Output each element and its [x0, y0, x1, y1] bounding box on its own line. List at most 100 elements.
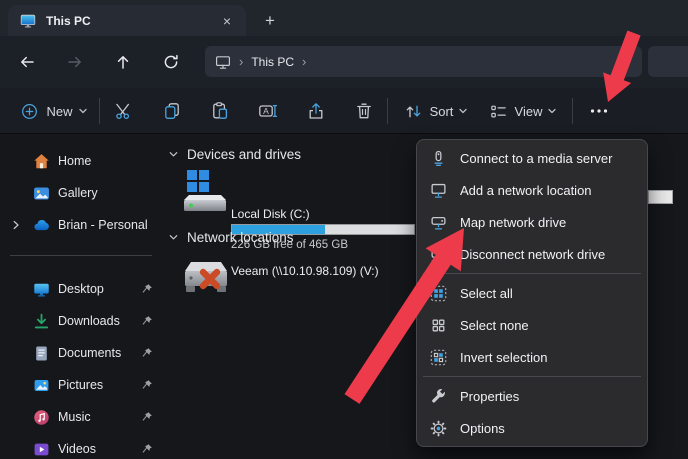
toolbar-separator	[572, 98, 573, 124]
invert-selection-icon	[430, 349, 447, 366]
menu-item-label: Select all	[460, 286, 513, 301]
menu-item-label: Disconnect network drive	[460, 247, 605, 262]
back-arrow-icon	[18, 53, 36, 71]
new-tab-button[interactable]: +	[256, 7, 284, 35]
trash-icon	[354, 101, 374, 121]
chevron-right-icon	[10, 219, 22, 231]
sidebar-item-desktop[interactable]: Desktop	[0, 273, 163, 305]
up-button[interactable]	[109, 48, 137, 76]
media-server-icon	[430, 150, 447, 167]
select-all-icon	[430, 285, 447, 302]
home-icon	[33, 153, 50, 170]
see-more-menu: Connect to a media server Add a network …	[416, 139, 648, 447]
address-bar[interactable]: › This PC ›	[205, 46, 642, 77]
paste-button[interactable]	[203, 94, 237, 128]
music-icon	[33, 409, 50, 426]
delete-button[interactable]	[347, 94, 381, 128]
sidebar-item-onedrive-personal[interactable]: Brian - Personal	[0, 209, 163, 241]
menu-item-label: Options	[460, 421, 505, 436]
search-box[interactable]	[648, 46, 688, 77]
sidebar-item-gallery[interactable]: Gallery	[0, 177, 163, 209]
forward-arrow-icon	[66, 53, 84, 71]
section-network-locations[interactable]: Network locations	[168, 230, 294, 245]
chevron-down-icon	[168, 232, 179, 243]
navigation-pane: Home Gallery Brian - Personal	[0, 134, 163, 459]
local-disk-tile[interactable]: Local Disk (C:) 226 GB free of 465 GB	[163, 166, 423, 220]
menu-item-label: Select none	[460, 318, 529, 333]
menu-item-add-network-location[interactable]: Add a network location	[417, 174, 647, 206]
view-button[interactable]: View	[484, 94, 562, 128]
cut-button[interactable]	[107, 94, 141, 128]
sidebar-item-label: Home	[58, 154, 91, 168]
pin-icon	[141, 443, 153, 455]
sidebar-item-label: Music	[58, 410, 91, 424]
menu-item-select-all[interactable]: Select all	[417, 277, 647, 309]
menu-item-disconnect-network-drive[interactable]: Disconnect network drive	[417, 238, 647, 270]
menu-separator	[423, 376, 641, 377]
menu-item-select-none[interactable]: Select none	[417, 309, 647, 341]
breadcrumb-location[interactable]: This PC	[251, 55, 294, 69]
properties-icon	[430, 388, 447, 405]
tab-this-pc[interactable]: This PC ×	[8, 5, 246, 36]
copy-button[interactable]	[155, 94, 189, 128]
tab-title: This PC	[46, 14, 216, 28]
menu-item-label: Connect to a media server	[460, 151, 612, 166]
new-button[interactable]: New	[12, 94, 96, 128]
back-button[interactable]	[13, 48, 41, 76]
sidebar-item-videos[interactable]: Videos	[0, 433, 163, 459]
rename-button[interactable]: A	[251, 94, 285, 128]
new-button-label: New	[46, 104, 72, 119]
documents-icon	[33, 345, 50, 362]
network-drive-tile[interactable]: Veeam (\\10.10.98.109) (V:)	[163, 252, 423, 304]
pin-icon	[141, 315, 153, 327]
pin-icon	[141, 379, 153, 391]
sidebar-item-pictures[interactable]: Pictures	[0, 369, 163, 401]
add-network-location-icon	[430, 182, 447, 199]
refresh-button[interactable]	[157, 48, 185, 76]
sidebar-divider	[10, 255, 152, 256]
toolbar-separator	[99, 98, 100, 124]
menu-item-map-network-drive[interactable]: Map network drive	[417, 206, 647, 238]
sidebar-item-label: Desktop	[58, 282, 104, 296]
section-title: Network locations	[187, 230, 294, 245]
refresh-icon	[162, 53, 180, 71]
menu-item-label: Add a network location	[460, 183, 592, 198]
breadcrumb-chevron[interactable]: ›	[302, 54, 306, 69]
disconnect-network-drive-icon	[430, 246, 447, 263]
pictures-icon	[33, 377, 50, 394]
svg-text:A: A	[263, 106, 269, 116]
sidebar-item-documents[interactable]: Documents	[0, 337, 163, 369]
menu-item-properties[interactable]: Properties	[417, 380, 647, 412]
partial-progress-bar	[648, 190, 673, 204]
menu-item-invert-selection[interactable]: Invert selection	[417, 341, 647, 373]
copy-icon	[162, 101, 182, 121]
command-toolbar: New	[0, 88, 688, 134]
sidebar-item-music[interactable]: Music	[0, 401, 163, 433]
onedrive-icon	[33, 217, 50, 234]
section-devices-and-drives[interactable]: Devices and drives	[168, 147, 301, 162]
breadcrumb-chevron: ›	[239, 54, 243, 69]
menu-item-options[interactable]: Options	[417, 412, 647, 444]
sort-button[interactable]: Sort	[398, 94, 474, 128]
sort-button-label: Sort	[430, 104, 454, 119]
menu-item-label: Invert selection	[460, 350, 547, 365]
sidebar-item-home[interactable]: Home	[0, 145, 163, 177]
network-drive-name: Veeam (\\10.10.98.109) (V:)	[231, 264, 379, 278]
see-more-button[interactable]	[582, 94, 616, 128]
share-button[interactable]	[299, 94, 333, 128]
pin-icon	[141, 411, 153, 423]
sort-icon	[404, 102, 423, 121]
new-plus-icon	[20, 102, 39, 121]
tab-strip: This PC × +	[0, 0, 688, 36]
chevron-down-icon	[168, 149, 179, 160]
view-icon	[489, 102, 508, 121]
sidebar-item-downloads[interactable]: Downloads	[0, 305, 163, 337]
close-tab-icon[interactable]: ×	[216, 10, 238, 32]
forward-button[interactable]	[61, 48, 89, 76]
share-icon	[306, 101, 326, 121]
menu-item-label: Map network drive	[460, 215, 566, 230]
downloads-icon	[33, 313, 50, 330]
menu-item-connect-media-server[interactable]: Connect to a media server	[417, 142, 647, 174]
this-pc-monitor-icon	[20, 13, 36, 29]
gallery-icon	[33, 185, 50, 202]
